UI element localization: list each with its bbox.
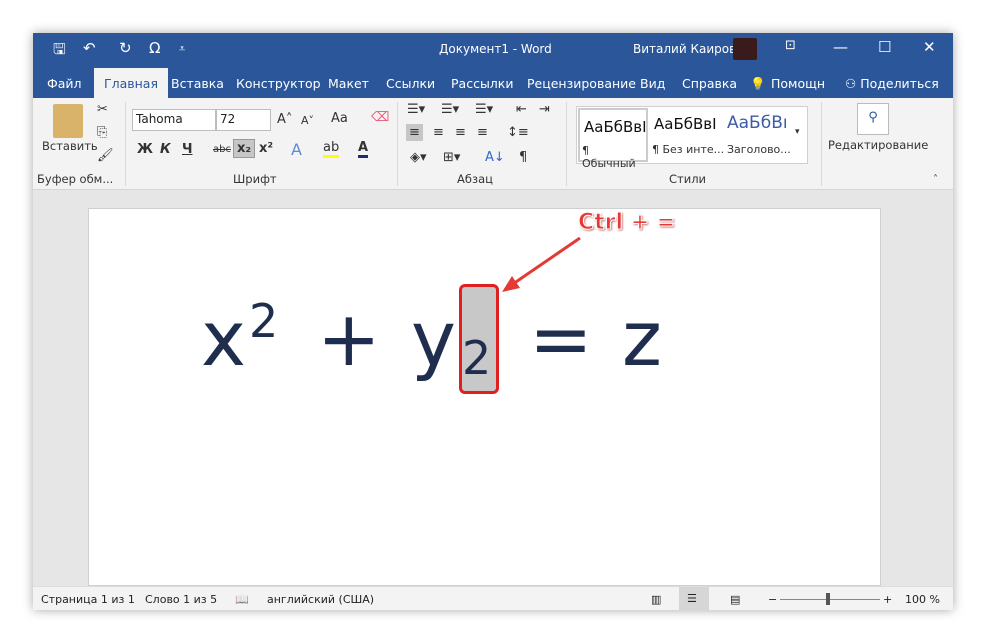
arrow-line: [509, 236, 581, 288]
annotation-arrow: [502, 235, 582, 292]
